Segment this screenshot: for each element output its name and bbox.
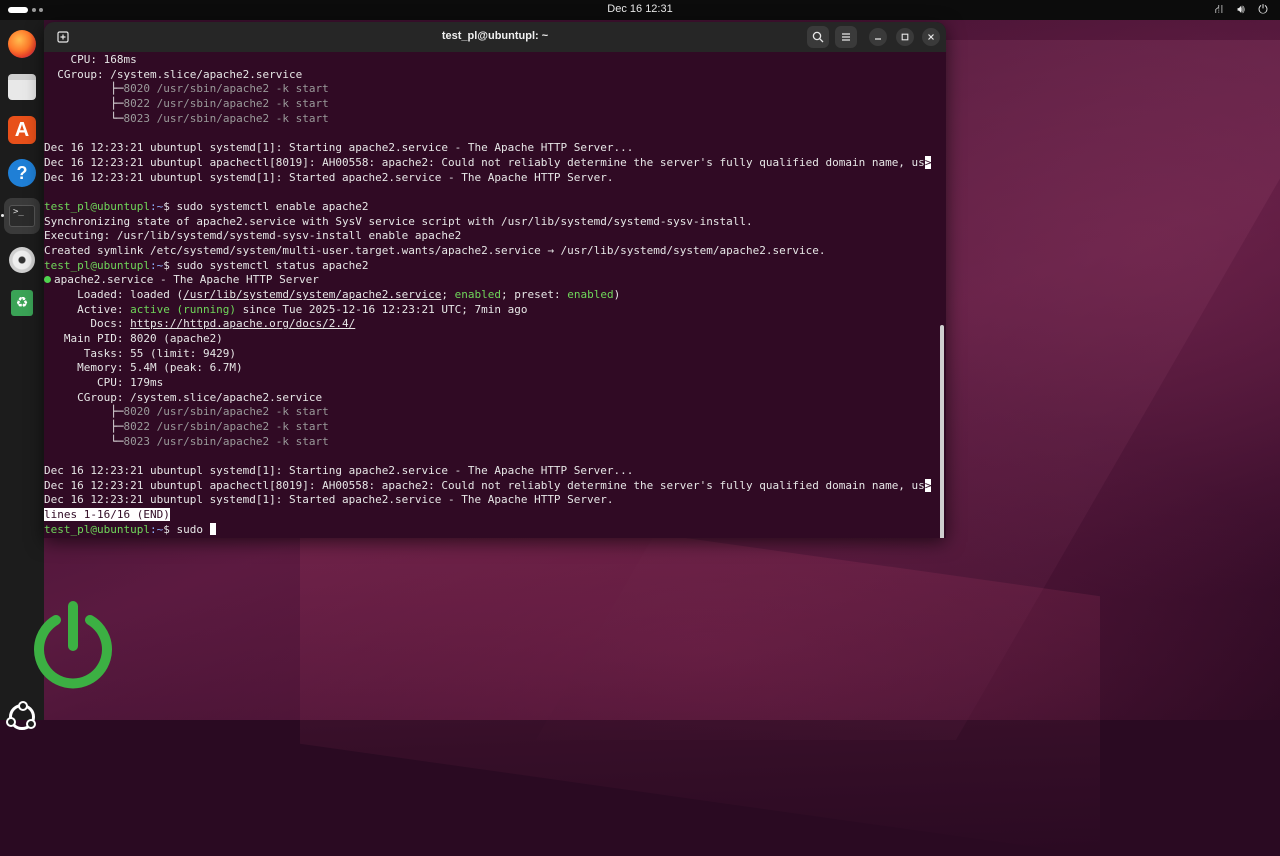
output-line: Dec 16 12:23:21 ubuntupl systemd[1]: Sta…	[44, 464, 634, 477]
output-line: CGroup: /system.slice/apache2.service	[44, 68, 303, 81]
scrollbar[interactable]	[940, 325, 944, 538]
terminal-window[interactable]: test_pl@ubuntupl: ~ CPU: 168ms CGroup: /…	[44, 22, 946, 538]
output-line: Docs: https://httpd.apache.org/docs/2.4/	[44, 317, 356, 330]
search-button[interactable]	[807, 26, 829, 48]
output-line: Dec 16 12:23:21 ubuntupl apachectl[8019]…	[44, 156, 932, 169]
show-apps-icon[interactable]	[6, 701, 36, 730]
output-line: Synchronizing state of apache2.service w…	[44, 215, 753, 228]
maximize-icon	[901, 33, 909, 41]
output-line: CPU: 168ms	[44, 53, 137, 66]
output-line: CPU: 179ms	[44, 376, 164, 389]
search-icon	[812, 31, 824, 43]
dock-disc[interactable]	[4, 242, 40, 278]
minimize-button[interactable]	[869, 28, 887, 46]
menu-button[interactable]	[835, 26, 857, 48]
dock-app-center[interactable]: A	[4, 112, 40, 148]
output-line: Loaded: loaded (/usr/lib/systemd/system/…	[44, 288, 621, 301]
output-line: ├─8022 /usr/sbin/apache2 -k start	[44, 97, 329, 110]
output-line: Active: active (running) since Tue 2025-…	[44, 303, 528, 316]
pager-status: lines 1-16/16 (END)	[44, 508, 170, 521]
terminal-screen[interactable]: CPU: 168ms CGroup: /system.slice/apache2…	[44, 52, 946, 538]
output-line: ├─8020 /usr/sbin/apache2 -k start	[44, 405, 329, 418]
close-icon	[928, 34, 934, 40]
output-line: Memory: 5.4M (peak: 6.7M)	[44, 361, 243, 374]
prompt-line: test_pl@ubuntupl:~$ sudo systemctl enabl…	[44, 200, 369, 213]
files-icon	[8, 74, 36, 100]
dock-files[interactable]	[4, 69, 40, 105]
trash-icon: ♻	[11, 290, 33, 316]
output-line: Executing: /usr/lib/systemd/systemd-sysv…	[44, 229, 462, 242]
disc-icon	[9, 247, 35, 273]
dock-help[interactable]: ?	[4, 155, 40, 191]
window-headerbar: test_pl@ubuntupl: ~	[44, 22, 946, 52]
prompt-line[interactable]: test_pl@ubuntupl:~$ sudo	[44, 523, 216, 537]
output-line: Created symlink /etc/systemd/system/mult…	[44, 244, 826, 257]
close-button[interactable]	[922, 28, 940, 46]
system-tray[interactable]: ⛙ 🔊︎ ⏻	[1212, 2, 1270, 18]
dock-firefox[interactable]	[4, 26, 40, 62]
output-line: └─8023 /usr/sbin/apache2 -k start	[44, 435, 329, 448]
text-cursor	[209, 523, 216, 535]
minimize-icon	[875, 38, 881, 40]
volume-icon: 🔊︎	[1237, 2, 1245, 16]
output-line: Dec 16 12:23:21 ubuntupl systemd[1]: Sta…	[44, 493, 614, 506]
output-line: Tasks: 55 (limit: 9429)	[44, 347, 237, 360]
output-line: Dec 16 12:23:21 ubuntupl apachectl[8019]…	[44, 479, 932, 492]
output-line: └─8023 /usr/sbin/apache2 -k start	[44, 112, 329, 125]
network-icon: ⛙	[1214, 2, 1224, 16]
top-bar: Dec 16 12:31 ⛙ 🔊︎ ⏻	[0, 0, 1280, 20]
output-line: ├─8022 /usr/sbin/apache2 -k start	[44, 420, 329, 433]
output-line: Dec 16 12:23:21 ubuntupl systemd[1]: Sta…	[44, 141, 634, 154]
output-line: apache2.service - The Apache HTTP Server	[44, 273, 319, 287]
power-logo-icon	[34, 601, 112, 689]
dock-terminal[interactable]: >_	[4, 198, 40, 234]
running-indicator	[1, 214, 4, 217]
app-center-icon: A	[8, 116, 36, 144]
output-line: CGroup: /system.slice/apache2.service	[44, 391, 323, 404]
help-icon: ?	[8, 159, 36, 187]
dock-trash[interactable]: ♻	[4, 285, 40, 321]
output-line: ├─8020 /usr/sbin/apache2 -k start	[44, 82, 329, 95]
output-line: Dec 16 12:23:21 ubuntupl systemd[1]: Sta…	[44, 171, 614, 184]
output-line: Main PID: 8020 (apache2)	[44, 332, 223, 345]
maximize-button[interactable]	[896, 28, 914, 46]
firefox-icon	[8, 30, 36, 58]
clock[interactable]: Dec 16 12:31	[0, 3, 1280, 15]
hamburger-icon	[842, 33, 850, 41]
prompt-line: test_pl@ubuntupl:~$ sudo systemctl statu…	[44, 259, 369, 272]
terminal-icon: >_	[9, 205, 35, 227]
power-icon: ⏻	[1258, 2, 1268, 16]
status-dot-icon	[44, 276, 51, 283]
